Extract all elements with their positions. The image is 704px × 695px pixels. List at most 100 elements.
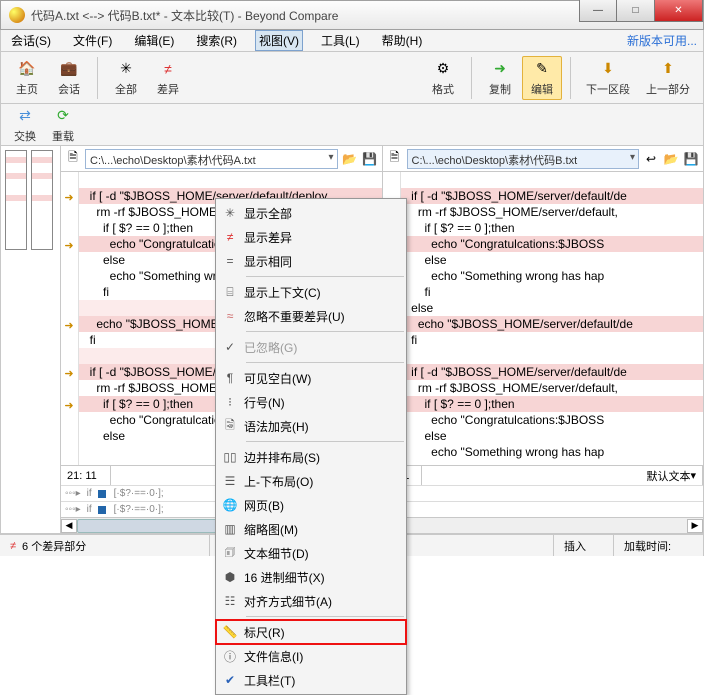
menu-session[interactable]: 会话(S)	[7, 30, 55, 51]
menu-file[interactable]: 文件(F)	[69, 30, 116, 51]
pilcrow-icon: ¶	[216, 371, 244, 385]
separator	[471, 57, 472, 99]
session-button[interactable]: 💼会话	[49, 56, 89, 100]
menu-help[interactable]: 帮助(H)	[378, 30, 427, 51]
approx-icon: ≈	[216, 309, 244, 323]
reload-button[interactable]: ⟳重载	[45, 105, 81, 145]
history-icon[interactable]: ↩	[643, 151, 659, 167]
menu-separator	[246, 331, 404, 332]
menu-ignore-unimportant[interactable]: ≈忽略不重要差异(U)	[216, 304, 406, 328]
menu-show-all[interactable]: ✳显示全部	[216, 201, 406, 225]
swap-icon: ⇄	[15, 106, 35, 126]
save-icon[interactable]: 💾	[683, 151, 699, 167]
briefcase-icon: 💼	[59, 59, 79, 79]
diff-button[interactable]: ≠差异	[148, 56, 188, 100]
menu-separator	[246, 441, 404, 442]
browse-icon[interactable]: 📂	[342, 151, 358, 167]
home-button[interactable]: 🏠主页	[7, 56, 47, 100]
swap-button[interactable]: ⇄交换	[7, 105, 43, 145]
notequal-icon: ≠	[10, 540, 16, 552]
menu-line-numbers[interactable]: ⁝行号(N)	[216, 390, 406, 414]
titlebar: 代码A.txt <--> 代码B.txt* - 文本比较(T) - Beyond…	[0, 0, 704, 30]
thumbnail-left[interactable]	[5, 150, 27, 250]
menu-side-by-side[interactable]: ▯▯边并排布局(S)	[216, 445, 406, 469]
menu-align-detail[interactable]: ☷对齐方式细节(A)	[216, 589, 406, 613]
close-button[interactable]: ✕	[655, 0, 703, 22]
diff-arrow-icon: ➜	[62, 318, 76, 332]
path-input-right[interactable]: C:\...\echo\Desktop\素材\代码B.txt	[407, 149, 640, 169]
browse-icon[interactable]: 📂	[663, 151, 679, 167]
menu-ignored: ✓已忽略(G)	[216, 335, 406, 359]
gutter-left: ➜ ➜ ➜ ➜ ➜	[61, 172, 79, 465]
star-icon: ✳	[116, 59, 136, 79]
path-cell-left: 🗎 C:\...\echo\Desktop\素材\代码A.txt 📂 💾	[61, 146, 382, 172]
menu-separator	[246, 616, 404, 617]
separator	[97, 57, 98, 99]
menu-show-same[interactable]: =显示相同	[216, 249, 406, 273]
text-icon: 🗊	[216, 543, 244, 564]
context-icon: ⌸	[216, 285, 244, 300]
thumbnail-column	[1, 146, 61, 533]
all-button[interactable]: ✳全部	[106, 56, 146, 100]
notequal-icon: ≠	[158, 59, 178, 79]
code-right[interactable]: if [ -d "$JBOSS_HOME/server/default/de r…	[401, 172, 704, 465]
hex-icon: ⬢	[216, 570, 244, 584]
gear-icon: ⚙	[433, 59, 453, 79]
scroll-left-icon[interactable]: ◀	[61, 519, 77, 533]
main-area: 🗎 C:\...\echo\Desktop\素材\代码A.txt 📂 💾 🗎 C…	[0, 146, 704, 534]
right-encoding[interactable]: 默认文本 ▾	[422, 466, 703, 485]
format-button[interactable]: ⚙格式	[423, 56, 463, 100]
home-icon: 🏠	[17, 59, 37, 79]
app-icon	[9, 7, 25, 23]
minimize-button[interactable]: —	[579, 0, 617, 22]
menu-view[interactable]: 视图(V)	[255, 30, 303, 51]
menu-separator	[246, 276, 404, 277]
align-icon: ☷	[216, 594, 244, 608]
ruler-icon: 📏	[216, 625, 244, 639]
menubar: 会话(S) 文件(F) 编辑(E) 搜索(R) 视图(V) 工具(L) 帮助(H…	[0, 30, 704, 52]
diff-arrow-icon: ➜	[62, 238, 76, 252]
menu-edit[interactable]: 编辑(E)	[130, 30, 178, 51]
menu-thumbnail[interactable]: ▥缩略图(M)	[216, 517, 406, 541]
globe-icon: 🌐	[216, 498, 244, 512]
left-cursor-pos: 21: 11	[61, 466, 111, 485]
menu-webpage[interactable]: 🌐网页(B)	[216, 493, 406, 517]
equal-icon: =	[216, 254, 244, 268]
menu-over-under[interactable]: ☰上-下布局(O)	[216, 469, 406, 493]
star-icon: ✳	[216, 206, 244, 220]
window-title: 代码A.txt <--> 代码B.txt* - 文本比较(T) - Beyond…	[31, 7, 338, 24]
next-section-button[interactable]: ⬇下一区段	[579, 56, 637, 100]
diff-arrow-icon: ➜	[62, 190, 76, 204]
menu-toolbar[interactable]: ✔工具栏(T)	[216, 668, 406, 692]
info-icon: ⓘ	[216, 648, 244, 665]
notequal-icon: ≠	[216, 230, 244, 244]
update-link[interactable]: 新版本可用...	[627, 32, 697, 49]
menu-file-info[interactable]: ⓘ文件信息(I)	[216, 644, 406, 668]
menu-visible-whitespace[interactable]: ¶可见空白(W)	[216, 366, 406, 390]
scroll-right-icon[interactable]: ▶	[687, 519, 703, 533]
maximize-button[interactable]: □	[617, 0, 655, 22]
menu-search[interactable]: 搜索(R)	[192, 30, 241, 51]
menu-syntax-highlight[interactable]: 🗟语法加亮(H)	[216, 414, 406, 438]
menu-text-detail[interactable]: 🗊文本细节(D)	[216, 541, 406, 565]
check-icon: ✔	[216, 673, 244, 687]
hash-icon: ⁝	[216, 395, 244, 409]
right-pane: if [ -d "$JBOSS_HOME/server/default/de r…	[382, 172, 704, 465]
thumbnail-right[interactable]	[31, 150, 53, 250]
prev-section-button[interactable]: ⬆上一部分	[639, 56, 697, 100]
menu-show-context[interactable]: ⌸显示上下文(C)	[216, 280, 406, 304]
doc-icon: 🗎	[387, 151, 403, 167]
menu-hex-detail[interactable]: ⬢16 进制细节(X)	[216, 565, 406, 589]
menu-ruler[interactable]: 📏标尺(R)	[216, 620, 406, 644]
save-icon[interactable]: 💾	[362, 151, 378, 167]
reload-icon: ⟳	[53, 106, 73, 126]
menu-show-diff[interactable]: ≠显示差异	[216, 225, 406, 249]
copy-button[interactable]: ➜复制	[480, 56, 520, 100]
status-insert: 插入	[554, 535, 614, 556]
path-input-left[interactable]: C:\...\echo\Desktop\素材\代码A.txt	[85, 149, 338, 169]
rows-icon: ☰	[216, 474, 244, 488]
status-loadtime: 加载时间:	[614, 535, 704, 556]
arrow-up-icon: ⬆	[658, 59, 678, 79]
edit-button[interactable]: ✎编辑	[522, 56, 562, 100]
menu-tools[interactable]: 工具(L)	[317, 30, 364, 51]
